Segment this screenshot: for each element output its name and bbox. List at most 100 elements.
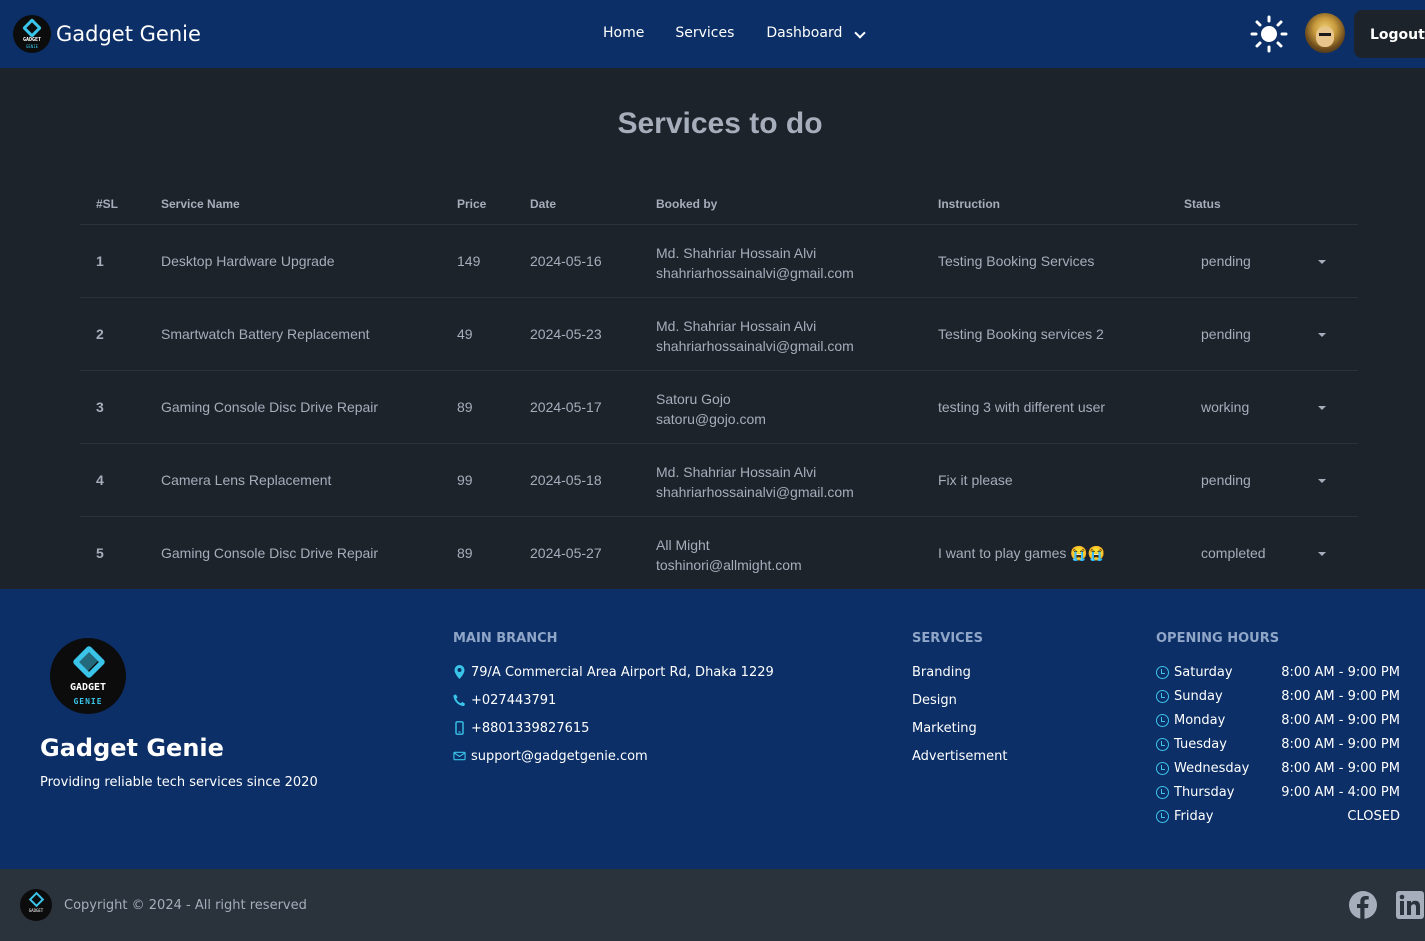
mail-icon [453,751,466,761]
avatar[interactable] [1305,13,1345,53]
nav-home-link[interactable]: Home [603,25,644,41]
row-sl: 1 [96,253,104,269]
hours-time: 9:00 AM - 4:00 PM [1281,785,1400,800]
row-price: 49 [457,326,473,342]
row-service-name: Gaming Console Disc Drive Repair [161,399,379,415]
row-service-name: Gaming Console Disc Drive Repair [161,545,379,561]
service-link-branding[interactable]: Branding [912,665,1007,693]
branch-address: 79/A Commercial Area Airport Rd, Dhaka 1… [471,665,774,680]
header-service-name: Service Name [161,197,240,211]
nav-dashboard-dropdown[interactable]: Dashboard [766,25,866,41]
logo-icon: GADGET GENIE [50,638,126,714]
booked-email: satoru@gojo.com [656,411,766,427]
row-service-name: Camera Lens Replacement [161,472,332,488]
row-service-name: Smartwatch Battery Replacement [161,326,370,342]
row-date: 2024-05-27 [530,545,602,561]
header-booked-by: Booked by [656,197,718,211]
header-status: Status [1184,197,1221,211]
hours-row: Monday 8:00 AM - 9:00 PM [1156,713,1400,737]
row-price: 99 [457,472,473,488]
hours-row: Thursday 9:00 AM - 4:00 PM [1156,785,1400,809]
logout-button[interactable]: Logout [1354,10,1425,58]
sun-icon[interactable] [1250,15,1288,53]
main-branch-list: 79/A Commercial Area Airport Rd, Dhaka 1… [453,665,774,777]
hours-day: Wednesday [1174,761,1250,776]
status-select[interactable]: working [1201,399,1249,415]
row-instruction: Testing Booking Services [938,253,1095,269]
brand-name: Gadget Genie [56,22,201,46]
hours-time: 8:00 AM - 9:00 PM [1281,761,1400,776]
booked-name: Md. Shahriar Hossain Alvi [656,318,817,334]
table-row: 1 Desktop Hardware Upgrade 149 2024-05-1… [80,225,1358,298]
row-booked-by: All Might toshinori@allmight.com [656,535,802,575]
table-row: 2 Smartwatch Battery Replacement 49 2024… [80,298,1358,371]
service-link-advertisement[interactable]: Advertisement [912,749,1007,777]
service-link-marketing[interactable]: Marketing [912,721,1007,749]
service-link-design[interactable]: Design [912,693,1007,721]
status-select[interactable]: pending [1201,253,1251,269]
copyright-bar: GADGET Copyright © 2024 - All right rese… [0,869,1425,941]
status-select[interactable]: pending [1201,326,1251,342]
row-date: 2024-05-23 [530,326,602,342]
header-price: Price [457,197,487,211]
hours-day: Monday [1174,713,1226,728]
row-instruction: Fix it please [938,472,1013,488]
footer-brand-name: Gadget Genie [40,734,224,762]
booked-email: shahriarhossainalvi@gmail.com [656,265,854,281]
table-row: 3 Gaming Console Disc Drive Repair 89 20… [80,371,1358,444]
clock-icon [1156,690,1169,703]
facebook-icon[interactable] [1348,890,1378,920]
caret-down-icon[interactable] [1318,333,1326,337]
hours-time: 8:00 AM - 9:00 PM [1281,665,1400,680]
logo-icon: GADGET [20,889,52,921]
booked-name: Md. Shahriar Hossain Alvi [656,245,817,261]
row-price: 149 [457,253,481,269]
hours-day: Sunday [1174,689,1223,704]
nav-dashboard-label: Dashboard [766,25,843,41]
row-instruction: Testing Booking services 2 [938,326,1104,342]
row-price: 89 [457,545,473,561]
status-select[interactable]: pending [1201,472,1251,488]
header-date: Date [530,197,557,211]
clock-icon [1156,738,1169,751]
caret-down-icon[interactable] [1318,552,1326,556]
caret-down-icon[interactable] [1318,406,1326,410]
opening-hours-heading: OPENING HOURS [1156,631,1280,646]
hours-row: Tuesday 8:00 AM - 9:00 PM [1156,737,1400,761]
hours-row: Wednesday 8:00 AM - 9:00 PM [1156,761,1400,785]
row-instruction: testing 3 with different user [938,399,1106,415]
row-sl: 4 [96,472,104,488]
branch-email[interactable]: support@gadgetgenie.com [471,749,648,764]
caret-down-icon[interactable] [1318,479,1326,483]
branch-phone[interactable]: +027443791 [471,693,556,708]
clock-icon [1156,786,1169,799]
row-sl: 3 [96,399,104,415]
row-service-name: Desktop Hardware Upgrade [161,253,335,269]
map-pin-icon [454,665,465,679]
branch-mobile[interactable]: +8801339827615 [471,721,589,736]
clock-icon [1156,714,1169,727]
linkedin-icon[interactable] [1396,891,1424,919]
booked-name: All Might [656,537,710,553]
main-branch-heading: MAIN BRANCH [453,631,558,646]
hours-time: 8:00 AM - 9:00 PM [1281,713,1400,728]
header-sl: #SL [96,197,119,211]
brand-link[interactable]: GADGET GENIE Gadget Genie [13,15,201,53]
status-select[interactable]: completed [1201,545,1266,561]
clock-icon [1156,666,1169,679]
hours-time: 8:00 AM - 9:00 PM [1281,737,1400,752]
services-table: #SL Service Name Price Date Booked by In… [80,184,1358,590]
booked-email: shahriarhossainalvi@gmail.com [656,484,854,500]
nav-services-link[interactable]: Services [675,25,734,41]
booked-email: toshinori@allmight.com [656,557,802,573]
caret-down-icon[interactable] [1318,260,1326,264]
services-heading: SERVICES [912,631,983,646]
row-booked-by: Md. Shahriar Hossain Alvi shahriarhossai… [656,316,854,356]
footer: GADGET GENIE Gadget Genie Providing reli… [0,589,1425,869]
logo-icon: GADGET GENIE [13,15,51,53]
hours-day: Friday [1174,809,1214,824]
row-date: 2024-05-17 [530,399,602,415]
hours-row: Saturday 8:00 AM - 9:00 PM [1156,665,1400,689]
hours-day: Saturday [1174,665,1233,680]
hours-row: Friday CLOSED [1156,809,1400,833]
